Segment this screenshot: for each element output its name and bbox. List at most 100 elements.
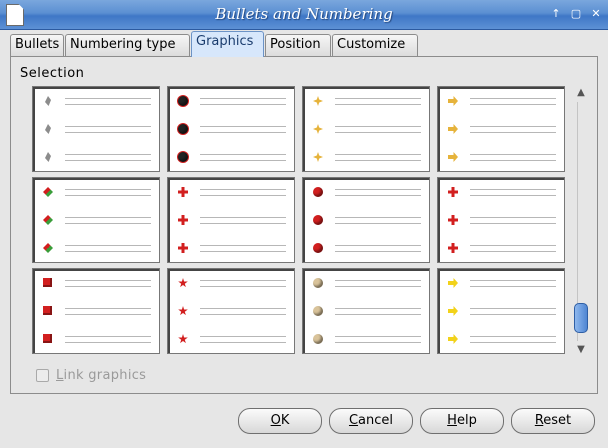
help-button[interactable]: Help	[420, 408, 504, 434]
preview-line	[470, 217, 556, 218]
ok-button-label: K	[280, 413, 290, 428]
scroll-thumb[interactable]	[574, 303, 588, 333]
tab-bullets[interactable]: Bullets	[10, 34, 64, 56]
preview-line	[65, 217, 151, 218]
window-title: Bullets and Numbering	[215, 5, 393, 23]
scroll-down-icon[interactable]: ▼	[574, 343, 588, 357]
gallery-cell-beige-ball-bullet[interactable]	[302, 268, 430, 354]
preview-line	[65, 280, 151, 281]
preview-line	[200, 308, 286, 309]
gallery-cell-green-red-diamond-bullet[interactable]	[32, 177, 160, 263]
preview-line	[200, 154, 286, 155]
preview-line	[335, 308, 421, 309]
maximize-icon[interactable]: ▢	[570, 7, 582, 21]
preview-line	[65, 154, 151, 155]
preview-line	[335, 195, 421, 196]
preview-line	[65, 223, 151, 224]
preview-line	[335, 104, 421, 105]
red-cross-bullet-icon	[178, 187, 188, 197]
bullet-gallery	[32, 86, 573, 357]
red-cross-small-bullet-icon	[448, 187, 458, 197]
red-ball-bullet-icon	[313, 215, 323, 225]
preview-line	[335, 98, 421, 99]
gallery-cell-red-cross-bullet[interactable]	[167, 177, 295, 263]
preview-line	[335, 336, 421, 337]
preview-line	[200, 280, 286, 281]
cancel-button[interactable]: Cancel	[329, 408, 413, 434]
link-graphics-mnemonic: L	[56, 368, 64, 383]
preview-line	[335, 217, 421, 218]
preview-line	[470, 245, 556, 246]
preview-line	[335, 342, 421, 343]
gallery-cell-red-cube-bullet[interactable]	[32, 268, 160, 354]
link-graphics-rest: ink graphics	[63, 368, 147, 383]
help-button-label: elp	[456, 413, 477, 428]
preview-line	[335, 189, 421, 190]
beige-ball-bullet-icon	[313, 278, 323, 288]
preview-line	[65, 98, 151, 99]
close-icon[interactable]: ✕	[590, 7, 602, 21]
preview-line	[470, 286, 556, 287]
keep-above-icon[interactable]: ↑	[550, 7, 562, 21]
preview-line	[470, 223, 556, 224]
preview-line	[470, 104, 556, 105]
reset-button[interactable]: Reset	[511, 408, 595, 434]
preview-line	[470, 336, 556, 337]
gallery-cell-black-ball-bullet[interactable]	[167, 86, 295, 172]
black-ball-bullet-icon	[178, 96, 188, 106]
grey-pin-bullet-icon	[45, 124, 51, 134]
red-cross-bullet-icon	[178, 243, 188, 253]
tab-graphics[interactable]: Graphics	[191, 31, 264, 57]
yellow-arrow-bullet-icon	[448, 334, 458, 344]
gallery-cell-gold-flower-bullet[interactable]	[302, 86, 430, 172]
gallery-cell-grey-pin-bullet[interactable]	[32, 86, 160, 172]
ok-button[interactable]: OK	[238, 408, 322, 434]
preview-line	[65, 336, 151, 337]
gold-arrow-bullet-icon	[448, 124, 458, 134]
scroll-up-icon[interactable]: ▲	[574, 86, 588, 100]
gallery-cell-red-ball-bullet[interactable]	[302, 177, 430, 263]
preview-line	[200, 223, 286, 224]
preview-line	[470, 189, 556, 190]
yellow-arrow-bullet-icon	[448, 306, 458, 316]
preview-line	[65, 160, 151, 161]
cancel-button-label: ancel	[358, 413, 394, 428]
preview-line	[470, 308, 556, 309]
preview-line	[470, 280, 556, 281]
tab-numbering-type[interactable]: Numbering type	[65, 34, 190, 56]
preview-line	[65, 126, 151, 127]
preview-line	[200, 132, 286, 133]
gold-flower-bullet-icon	[313, 152, 323, 162]
black-ball-bullet-icon	[178, 152, 188, 162]
tab-customize[interactable]: Customize	[332, 34, 418, 56]
preview-line	[200, 104, 286, 105]
preview-line	[65, 308, 151, 309]
preview-line	[200, 189, 286, 190]
preview-line	[335, 280, 421, 281]
preview-line	[65, 189, 151, 190]
red-ball-bullet-icon	[313, 243, 323, 253]
gallery-cell-gold-arrow-bullet[interactable]	[437, 86, 565, 172]
red-cross-bullet-icon	[178, 215, 188, 225]
preview-line	[65, 195, 151, 196]
preview-line	[335, 223, 421, 224]
preview-line	[470, 126, 556, 127]
beige-ball-bullet-icon	[313, 334, 323, 344]
preview-line	[200, 98, 286, 99]
gold-flower-bullet-icon	[313, 96, 323, 106]
gallery-scrollbar[interactable]: ▲ ▼	[574, 86, 588, 357]
green-red-diamond-bullet-icon	[43, 187, 53, 197]
graphics-panel: Selection ▲ ▼ Link graphics	[10, 56, 598, 394]
gallery-cell-red-cross-small-bullet[interactable]	[437, 177, 565, 263]
preview-line	[65, 245, 151, 246]
tab-position[interactable]: Position	[265, 34, 331, 56]
red-star-bullet-icon	[178, 306, 188, 316]
preview-line	[200, 245, 286, 246]
preview-line	[335, 154, 421, 155]
preview-line	[335, 314, 421, 315]
gallery-cell-yellow-arrow-bullet[interactable]	[437, 268, 565, 354]
grey-pin-bullet-icon	[45, 96, 51, 106]
link-graphics-checkbox[interactable]	[36, 369, 49, 382]
preview-line	[200, 160, 286, 161]
gallery-cell-red-star-bullet[interactable]	[167, 268, 295, 354]
